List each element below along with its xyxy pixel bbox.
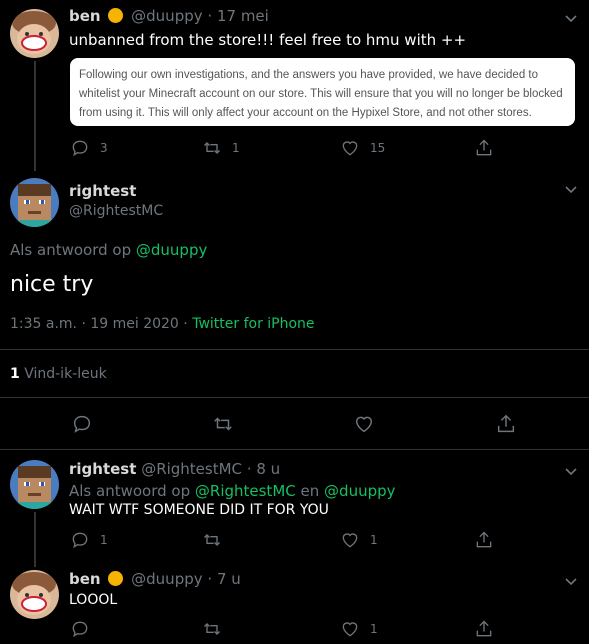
like-button[interactable]: 1 [340, 619, 378, 639]
reply-count: 1 [100, 533, 108, 547]
divider [0, 349, 589, 350]
retweet-button[interactable] [202, 619, 222, 639]
share-icon [476, 531, 492, 548]
author-handle[interactable]: @RightestMC [69, 203, 163, 219]
reply-button[interactable] [71, 413, 93, 435]
chevron-down-icon[interactable] [563, 463, 579, 479]
author-name[interactable]: rightest [69, 460, 136, 478]
thread-line [34, 512, 36, 567]
tweet-date[interactable]: 17 mei [217, 7, 269, 25]
retweet-icon [214, 417, 232, 431]
separator-dot: · [183, 316, 188, 332]
reply-to-link[interactable]: @duuppy [324, 482, 395, 500]
tweet-timestamp[interactable]: 1:35 a.m. · 19 mei 2020 [10, 316, 179, 332]
likes-stat[interactable]: 1 Vind-ik-leuk [10, 366, 107, 382]
avatar-rightest[interactable] [10, 178, 59, 227]
retweet-icon [204, 623, 220, 635]
heart-icon [342, 533, 358, 548]
share-button[interactable] [474, 619, 494, 639]
avatar-rightest[interactable] [10, 460, 59, 509]
like-button[interactable]: 15 [340, 138, 385, 158]
author-name[interactable]: ben [69, 7, 101, 25]
retweet-count: 1 [232, 141, 240, 155]
chevron-down-icon[interactable] [563, 10, 579, 26]
separator-dot: · [246, 460, 252, 478]
author-name[interactable]: rightest [69, 182, 136, 200]
avatar-ben[interactable] [10, 570, 59, 619]
reply-context-label: Als antwoord op [69, 482, 191, 500]
tweet-age[interactable]: 7 u [217, 570, 241, 588]
retweet-button[interactable] [202, 530, 222, 550]
retweet-icon [204, 534, 220, 546]
heart-icon [342, 141, 358, 156]
share-icon [476, 139, 492, 156]
like-count: 15 [370, 141, 386, 155]
share-icon [497, 414, 515, 433]
quoted-text: Following our own investigations, and th… [79, 69, 563, 119]
reply-icon [72, 532, 88, 549]
like-count: 1 [370, 622, 378, 636]
likes-count: 1 [10, 366, 20, 382]
reply-button[interactable] [70, 619, 90, 639]
emoji-icon [108, 571, 124, 586]
emoji-icon [108, 8, 124, 23]
share-button[interactable] [474, 138, 494, 158]
share-icon [476, 620, 492, 637]
author-name[interactable]: ben [69, 570, 101, 588]
divider [0, 449, 589, 450]
heart-icon [355, 416, 373, 433]
like-button[interactable] [353, 413, 375, 435]
author-handle[interactable]: @duuppy [131, 570, 202, 588]
author-handle[interactable]: @duuppy [131, 7, 202, 25]
retweet-button[interactable] [212, 413, 234, 435]
like-button[interactable]: 1 [340, 530, 378, 550]
share-button[interactable] [474, 530, 494, 550]
reply-icon [73, 415, 91, 433]
divider [0, 397, 589, 398]
retweet-icon [204, 142, 220, 154]
author-handle[interactable]: @RightestMC [141, 460, 242, 478]
reply-context-label: Als antwoord op [10, 241, 132, 259]
like-count: 1 [370, 533, 378, 547]
thread-line [34, 61, 36, 171]
tweet-text: WAIT WTF SOMEONE DID IT FOR YOU [69, 502, 329, 518]
reply-count: 3 [100, 141, 108, 155]
reply-icon [72, 140, 88, 157]
reply-context-and: en [300, 482, 320, 500]
tweet-text: LOOOL [69, 592, 118, 608]
reply-to-link[interactable]: @duuppy [136, 241, 207, 259]
chevron-down-icon[interactable] [563, 573, 579, 589]
reply-to-link[interactable]: @RightestMC [195, 482, 296, 500]
tweet-text: unbanned from the store!!! feel free to … [69, 31, 467, 49]
reply-icon [72, 621, 88, 638]
tweet-age[interactable]: 8 u [256, 460, 280, 478]
quoted-image[interactable]: Following our own investigations, and th… [70, 58, 575, 126]
reply-button[interactable]: 3 [70, 138, 108, 158]
retweet-button[interactable]: 1 [202, 138, 240, 158]
share-button[interactable] [495, 413, 517, 435]
heart-icon [342, 622, 358, 637]
likes-label: Vind-ik-leuk [24, 366, 107, 382]
source-link[interactable]: Twitter for iPhone [192, 316, 314, 332]
chevron-down-icon[interactable] [563, 181, 579, 197]
reply-button[interactable]: 1 [70, 530, 108, 550]
avatar-ben[interactable] [10, 9, 59, 58]
separator-dot: · [207, 7, 213, 25]
main-tweet-text: nice try [10, 272, 94, 297]
separator-dot: · [207, 570, 213, 588]
